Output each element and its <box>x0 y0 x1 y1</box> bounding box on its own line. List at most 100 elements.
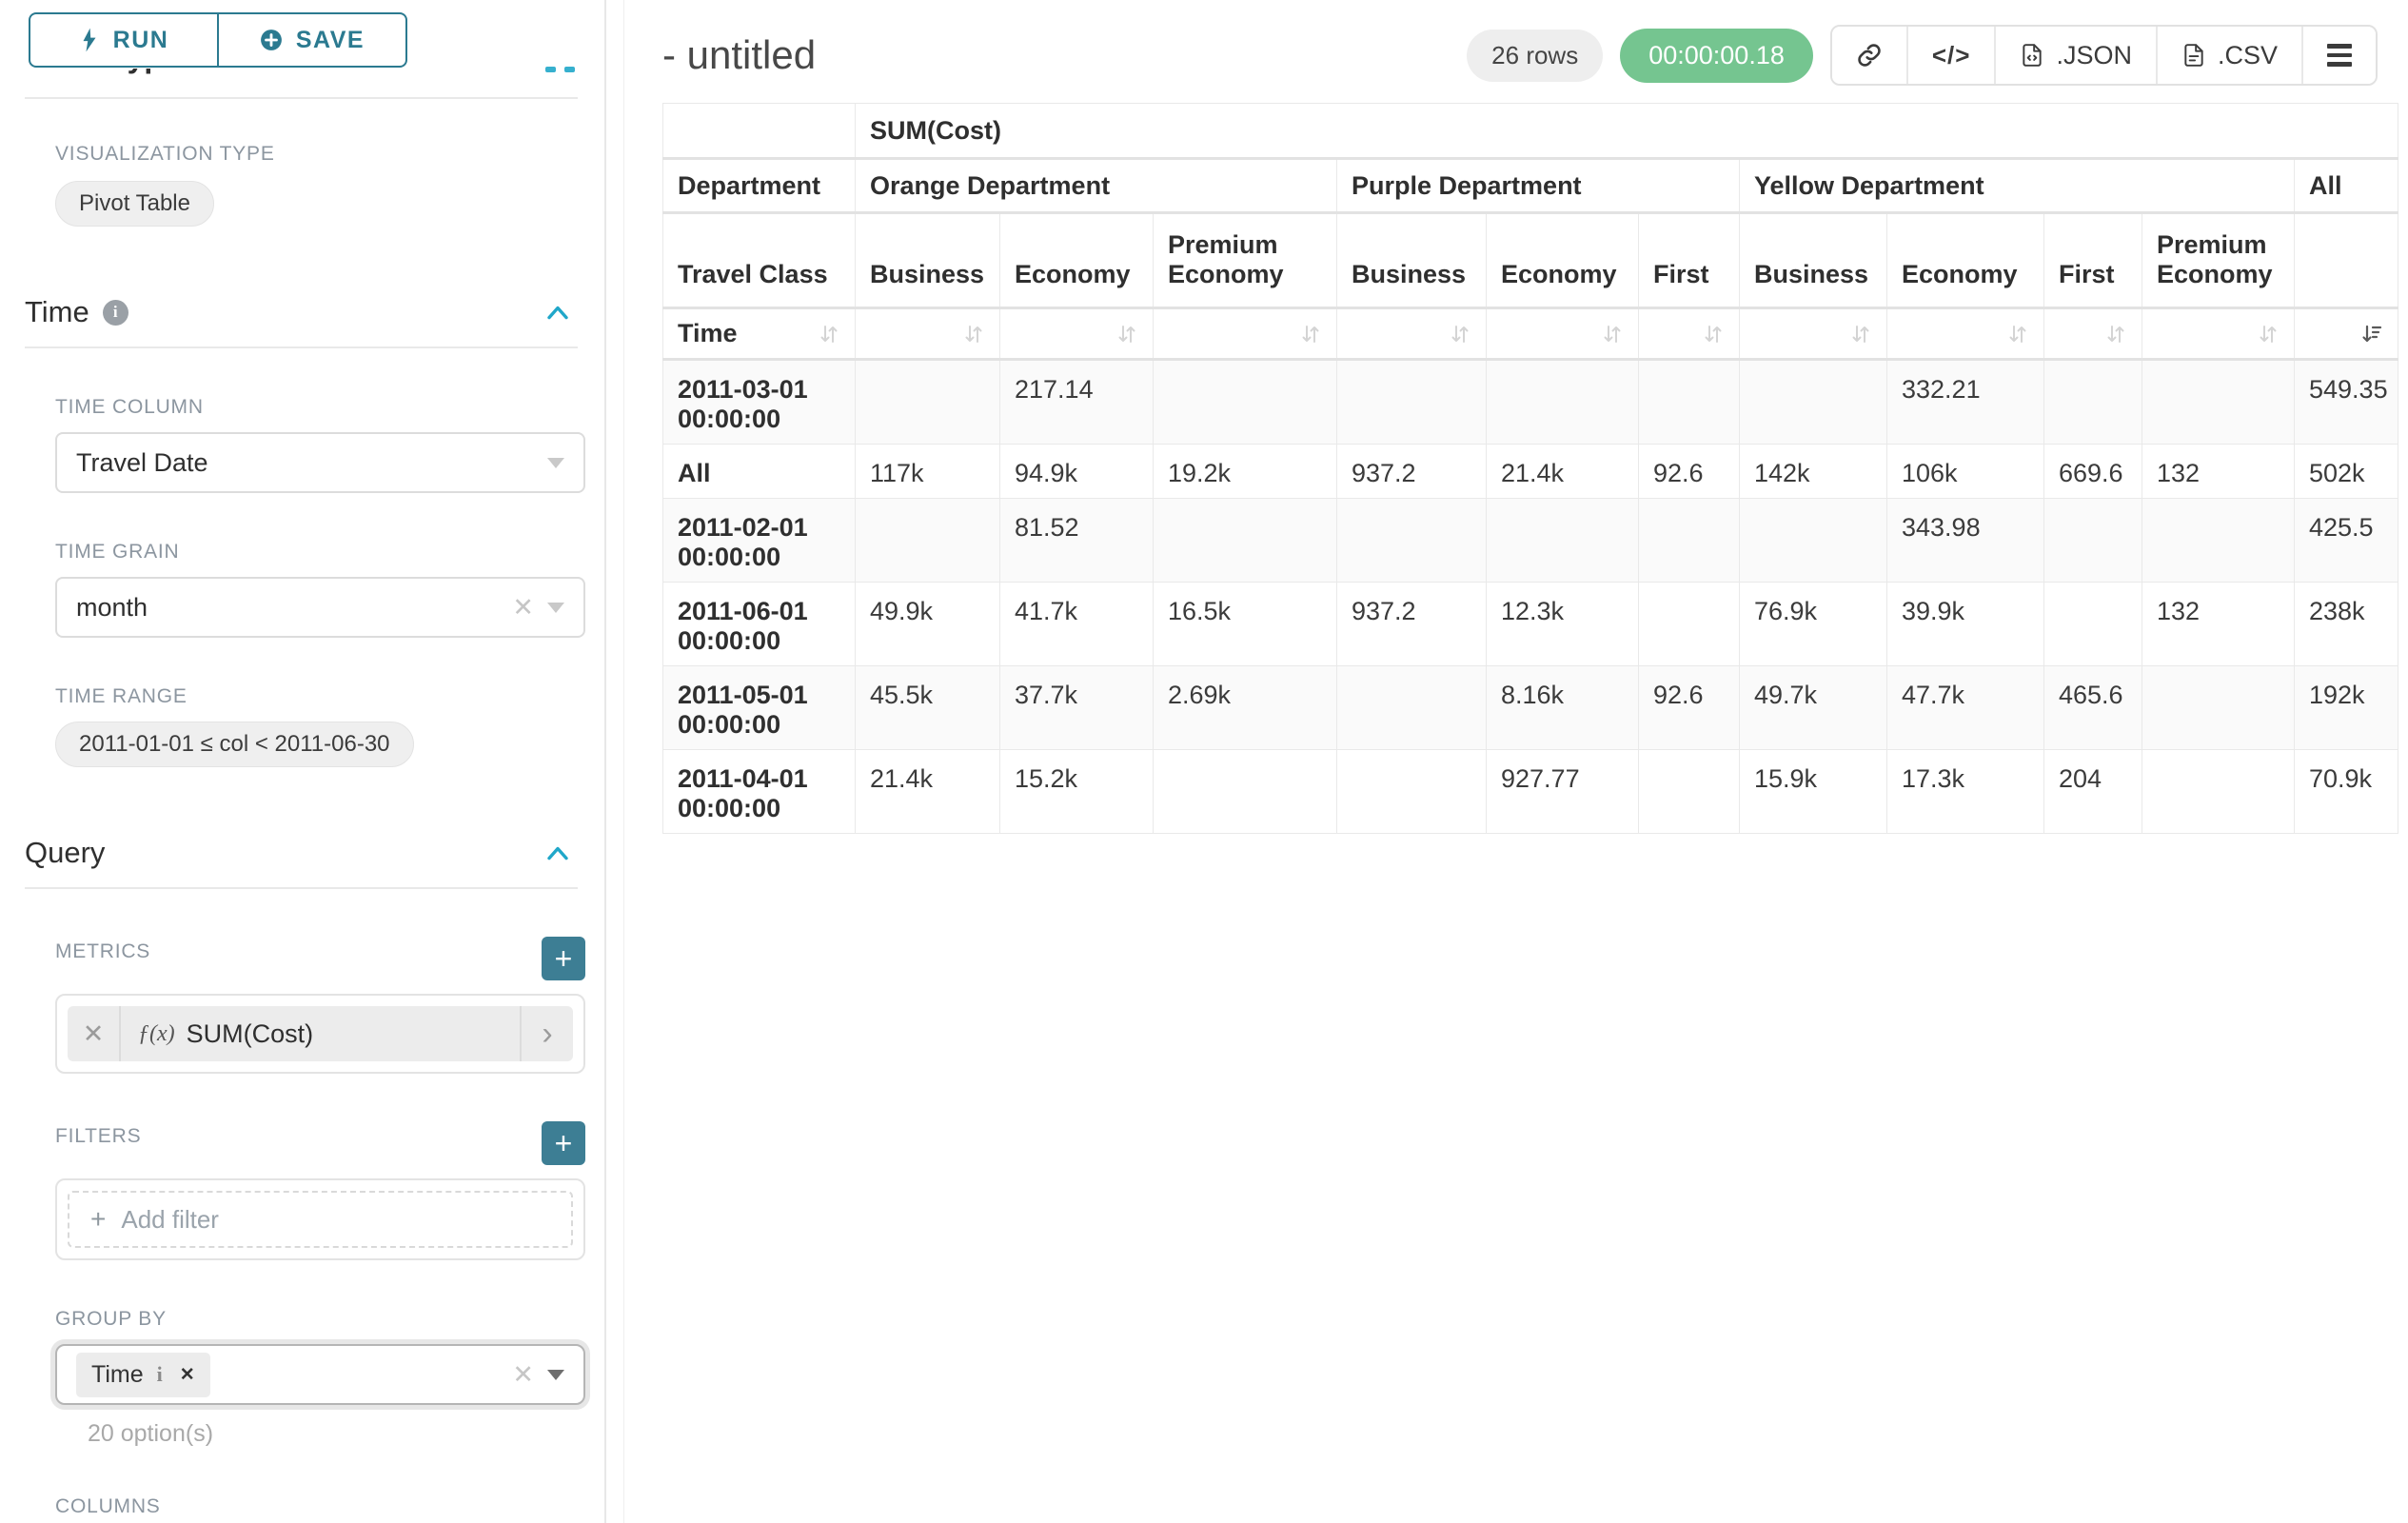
class-header: Economy <box>1887 213 2044 308</box>
metric-header-cell: SUM(Cost) <box>856 104 2398 159</box>
run-save-button-group: RUN SAVE <box>29 12 407 68</box>
group-by-label: GROUP BY <box>55 1308 585 1331</box>
chevron-up-icon[interactable] <box>545 304 570 321</box>
time-sort-header[interactable]: Time <box>663 308 856 360</box>
sort-icon[interactable] <box>1449 323 1471 346</box>
column-sort-header[interactable] <box>1740 308 1887 360</box>
export-json-button[interactable]: .JSON <box>1994 27 2156 84</box>
time-grain-value: month <box>76 593 499 623</box>
table-row: 2011-06-01 00:00:00 49.9k 41.7k 16.5k 93… <box>663 583 2398 666</box>
pivot-value-cell: 49.9k <box>856 583 1000 666</box>
chevron-down-icon[interactable] <box>547 458 564 468</box>
column-sort-header[interactable] <box>1337 308 1487 360</box>
metric-item[interactable]: ✕ ƒ(x) SUM(Cost) › <box>68 1006 573 1061</box>
copy-link-button[interactable] <box>1832 27 1906 84</box>
add-metric-button[interactable]: + <box>542 937 585 980</box>
pivot-value-cell: 465.6 <box>2044 666 2142 750</box>
department-group-header: Yellow Department <box>1740 159 2295 213</box>
add-filter-plus-button[interactable]: + <box>542 1121 585 1165</box>
column-sort-header[interactable] <box>1487 308 1639 360</box>
pivot-value-cell: 204 <box>2044 750 2142 834</box>
save-button[interactable]: SAVE <box>217 12 407 68</box>
remove-metric-icon[interactable]: ✕ <box>68 1006 121 1061</box>
class-header: First <box>2044 213 2142 308</box>
pivot-value-cell: 217.14 <box>1000 360 1154 445</box>
column-sort-header[interactable] <box>1887 308 2044 360</box>
pivot-value-cell: 94.9k <box>1000 445 1154 499</box>
visualization-type-value[interactable]: Pivot Table <box>55 181 214 227</box>
sort-icon[interactable] <box>2104 323 2127 346</box>
column-sort-header[interactable] <box>1154 308 1337 360</box>
sort-icon[interactable] <box>962 323 985 346</box>
pivot-value-cell <box>1639 583 1740 666</box>
export-json-label: .JSON <box>2056 41 2132 70</box>
column-sort-header[interactable] <box>856 308 1000 360</box>
pivot-value-cell <box>1337 360 1487 445</box>
more-menu-button[interactable] <box>2301 27 2376 84</box>
table-row: 2011-02-01 00:00:00 81.52 343.98 425.5 <box>663 499 2398 583</box>
time-sort-header-row: Time <box>663 308 2398 360</box>
sort-icon[interactable] <box>1849 323 1872 346</box>
sort-icon[interactable] <box>1702 323 1725 346</box>
clear-icon[interactable]: ✕ <box>512 1360 534 1390</box>
run-save-toolbar: RUN SAVE <box>0 0 604 69</box>
sort-icon[interactable] <box>1115 323 1138 346</box>
sort-icon[interactable] <box>2006 323 2029 346</box>
chevron-up-icon[interactable] <box>545 844 570 861</box>
column-sort-header[interactable] <box>2142 308 2295 360</box>
code-icon: </> <box>1932 41 1971 70</box>
row-label-cell: 2011-02-01 00:00:00 <box>663 499 856 583</box>
column-info-icon[interactable]: i <box>157 1362 163 1387</box>
column-sort-header[interactable] <box>1639 308 1740 360</box>
pivot-value-cell: 117k <box>856 445 1000 499</box>
sort-descending-icon[interactable] <box>2360 323 2383 346</box>
chevron-down-icon[interactable] <box>547 603 564 613</box>
pivot-value-cell <box>1154 360 1337 445</box>
time-column-select[interactable]: Travel Date <box>55 432 585 493</box>
column-sort-header[interactable] <box>2044 308 2142 360</box>
time-grain-select[interactable]: month ✕ <box>55 577 585 638</box>
function-icon: ƒ(x) <box>138 1021 175 1047</box>
sort-icon[interactable] <box>1601 323 1624 346</box>
clipped-caret-icon-fragment <box>545 67 556 72</box>
time-range-label: TIME RANGE <box>55 685 585 708</box>
run-button[interactable]: RUN <box>29 12 219 68</box>
pivot-value-cell: 76.9k <box>1740 583 1887 666</box>
chevron-down-icon[interactable] <box>547 1370 564 1380</box>
clear-icon[interactable]: ✕ <box>512 593 534 623</box>
add-filter-button[interactable]: + Add filter <box>68 1191 573 1248</box>
time-section-title: Time <box>25 295 89 329</box>
remove-tag-icon[interactable]: ✕ <box>180 1364 195 1386</box>
column-sort-header[interactable] <box>1000 308 1154 360</box>
class-header: Premium Economy <box>2142 213 2295 308</box>
class-header: Business <box>1740 213 1887 308</box>
pivot-value-cell: 39.9k <box>1887 583 2044 666</box>
query-timer-badge: 00:00:00.18 <box>1620 29 1813 83</box>
filters-label: FILTERS <box>55 1125 141 1148</box>
pivot-value-cell: 332.21 <box>1887 360 2044 445</box>
chart-title[interactable]: - untitled <box>662 32 1467 78</box>
sort-icon[interactable] <box>2257 323 2280 346</box>
row-count-badge: 26 rows <box>1467 30 1603 82</box>
sidebar-top: Chart Type RUN SAVE <box>0 0 604 99</box>
time-section-header: Time i <box>25 295 578 329</box>
export-csv-button[interactable]: .CSV <box>2156 27 2301 84</box>
time-range-value[interactable]: 2011-01-01 ≤ col < 2011-06-30 <box>55 722 414 767</box>
department-group-header: All <box>2295 159 2398 213</box>
group-by-tag[interactable]: Time i ✕ <box>76 1353 210 1397</box>
sort-icon[interactable] <box>818 323 840 346</box>
pivot-value-cell <box>1487 499 1639 583</box>
pivot-value-cell: 937.2 <box>1337 583 1487 666</box>
view-query-button[interactable]: </> <box>1906 27 1995 84</box>
pivot-value-cell: 425.5 <box>2295 499 2398 583</box>
sort-icon[interactable] <box>1299 323 1322 346</box>
pivot-value-cell: 8.16k <box>1487 666 1639 750</box>
pivot-value-cell: 37.7k <box>1000 666 1154 750</box>
column-sort-header-active[interactable] <box>2295 308 2398 360</box>
pivot-value-cell: 49.7k <box>1740 666 1887 750</box>
pivot-value-cell: 92.6 <box>1639 666 1740 750</box>
info-icon[interactable]: i <box>103 300 128 326</box>
group-by-select[interactable]: Time i ✕ ✕ <box>55 1344 585 1405</box>
columns-label: COLUMNS <box>55 1495 585 1518</box>
chevron-right-icon[interactable]: › <box>520 1006 573 1061</box>
